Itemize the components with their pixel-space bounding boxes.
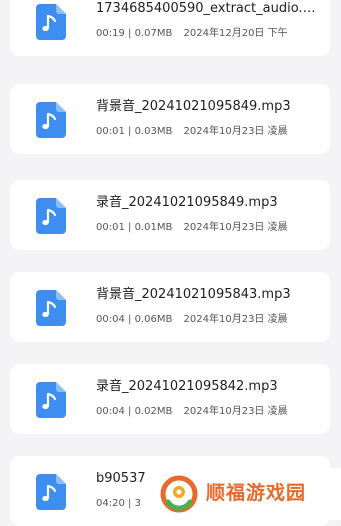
file-duration: 00:01 (96, 126, 125, 137)
file-meta: 00:19 | 0.07MB 2024年12月20日 下午 (96, 27, 326, 41)
file-meta: 00:01 | 0.01MB 2024年10月23日 凌晨 (96, 221, 326, 235)
file-duration: 00:04 (96, 314, 125, 325)
site-logo-icon (160, 475, 198, 513)
file-meta: 00:01 | 0.03MB 2024年10月23日 凌晨 (96, 125, 326, 139)
file-name: 录音_20241021095849.mp3 (96, 195, 278, 210)
file-size: 0.01MB (134, 222, 173, 233)
file-meta: 00:04 | 0.06MB 2024年10月23日 凌晨 (96, 313, 326, 327)
file-item[interactable]: 背景音_20241021095849.mp3 00:01 | 0.03MB 20… (10, 84, 330, 154)
file-item[interactable]: 背景音_20241021095843.mp3 00:04 | 0.06MB 20… (10, 272, 330, 342)
file-size: 0.06MB (134, 314, 173, 325)
file-meta: 00:04 | 0.02MB 2024年10月23日 凌晨 (96, 405, 326, 419)
audio-file-icon (36, 474, 66, 510)
site-watermark: 顺福游戏园 (150, 468, 341, 520)
file-date: 2024年12月20日 下午 (183, 28, 288, 39)
file-item[interactable]: 录音_20241021095849.mp3 00:01 | 0.01MB 202… (10, 180, 330, 250)
file-size: 0.03MB (134, 126, 173, 137)
file-duration: 00:19 (96, 28, 125, 39)
file-name: 背景音_20241021095849.mp3 (96, 99, 291, 114)
file-date: 2024年10月23日 凌晨 (183, 126, 288, 137)
file-duration: 00:04 (96, 406, 125, 417)
file-item[interactable]: 录音_20241021095842.mp3 00:04 | 0.02MB 202… (10, 364, 330, 434)
file-date: 2024年10月23日 凌晨 (183, 314, 288, 325)
watermark-text: 顺福游戏园 (206, 482, 307, 504)
audio-file-icon (36, 290, 66, 326)
file-item[interactable]: 1734685400590_extract_audio.mp3 00:19 | … (10, 0, 330, 56)
file-duration: 00:01 (96, 222, 125, 233)
file-size: 0.07MB (134, 28, 173, 39)
audio-file-icon (36, 102, 66, 138)
file-size: 0.02MB (134, 406, 173, 417)
file-date: 2024年10月23日 凌晨 (183, 406, 288, 417)
file-size: 3 (134, 498, 141, 509)
file-name: 1734685400590_extract_audio.mp3 (96, 1, 326, 16)
audio-file-icon (36, 4, 66, 40)
file-name: 录音_20241021095842.mp3 (96, 379, 278, 394)
audio-file-icon (36, 198, 66, 234)
file-name: 背景音_20241021095843.mp3 (96, 287, 291, 302)
file-date: 2024年10月23日 凌晨 (183, 222, 288, 233)
file-duration: 04:20 (96, 498, 125, 509)
audio-file-icon (36, 382, 66, 418)
